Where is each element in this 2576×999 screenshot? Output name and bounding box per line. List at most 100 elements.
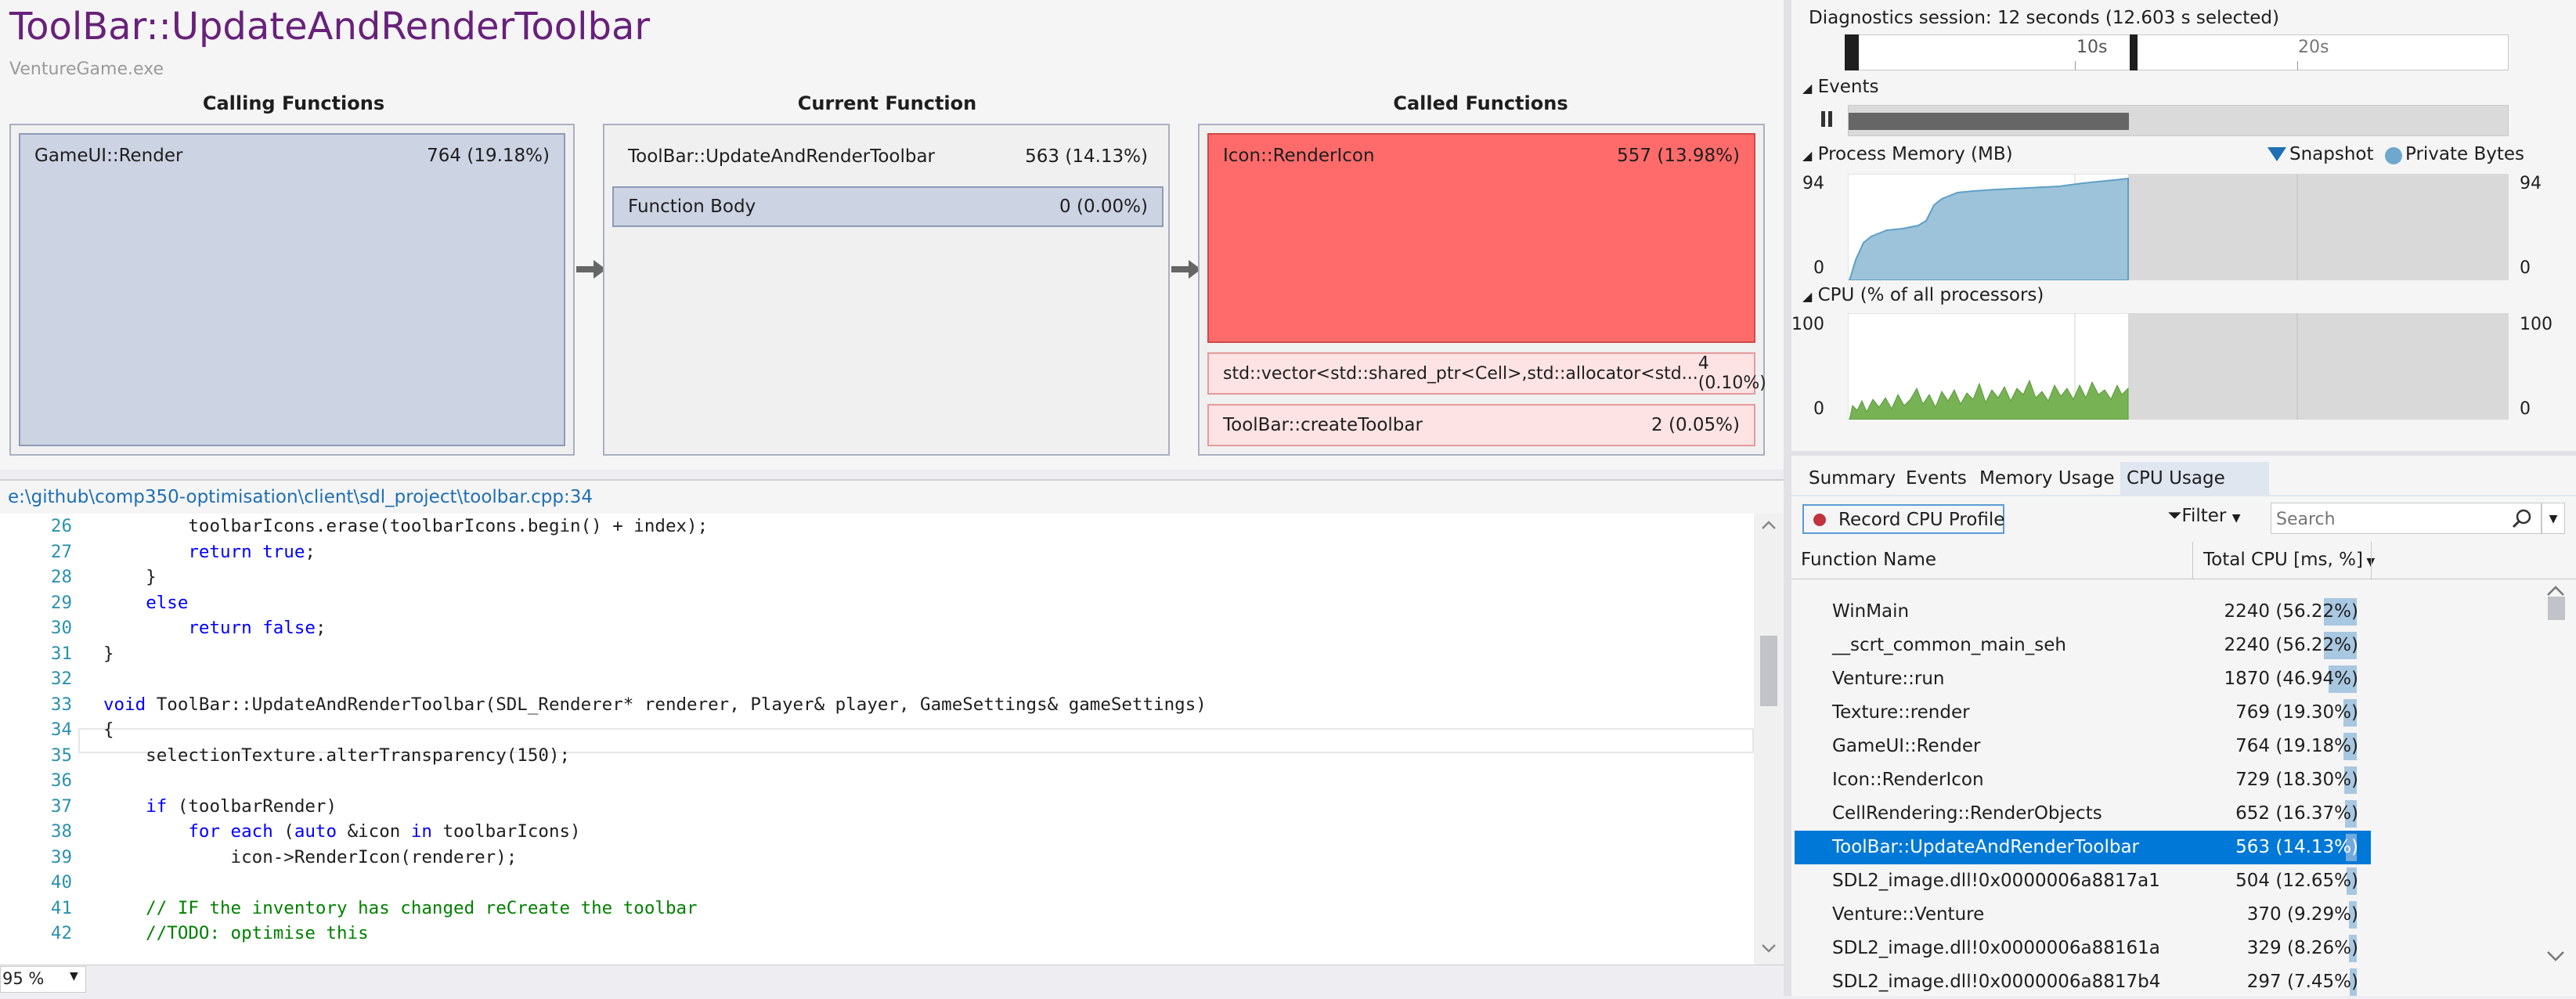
keyword-token: else [146, 592, 189, 613]
table-row[interactable]: Texture::render 769 (19.30%) [1795, 696, 2371, 730]
code-line[interactable]: 39 icon->RenderIcon(renderer); [0, 845, 1754, 870]
code-line[interactable]: 26 toolbarIcons.erase(toolbarIcons.begin… [0, 514, 1754, 539]
search-icon[interactable] [2511, 508, 2533, 530]
zoom-select[interactable]: 95 % ▼ [0, 966, 86, 993]
table-row[interactable]: SDL2_image.dll!0x0000006a8817b4 297 (7.45… [1795, 965, 2371, 999]
total-cpu-cell: 297 (7.45%) [2246, 972, 2358, 992]
code-text: } [103, 641, 114, 666]
calling-function-box[interactable]: GameUI::Render 764 (19.18%) [19, 133, 565, 446]
code-line[interactable]: 29 else [0, 590, 1754, 615]
search-options-chevron-down-icon[interactable]: ▼ [2542, 503, 2565, 534]
code-line[interactable]: 30 return false; [0, 615, 1754, 640]
current-function-name: ToolBar::UpdateAndRenderToolbar [628, 146, 936, 167]
keyword-token: for each [188, 821, 273, 842]
code-text: // IF the inventory has changed reCreate… [103, 896, 697, 921]
code-token: selectionTexture.alterTransparency(150); [103, 745, 571, 766]
timeline-tick-label: 20s [2298, 38, 2329, 57]
column-function-name[interactable]: Function Name [1801, 550, 1936, 570]
line-number: 31 [50, 643, 72, 664]
column-total-cpu[interactable]: Total CPU [ms, %] ▼ [2203, 550, 2375, 570]
total-cpu-cell: 563 (14.13%) [2235, 837, 2358, 857]
code-editor[interactable]: 26 toolbarIcons.erase(toolbarIcons.begin… [0, 514, 1784, 965]
editor-scrollbar[interactable] [1754, 514, 1784, 965]
code-line[interactable]: 35 selectionTexture.alterTransparency(15… [0, 743, 1754, 768]
table-row[interactable]: Venture::run 1870 (46.94%) [1795, 662, 2371, 696]
record-cpu-profile-button[interactable]: Record CPU Profile [1802, 504, 2004, 534]
code-line[interactable]: 42 //TODO: optimise this [0, 921, 1754, 946]
function-name-cell: CellRendering::RenderObjects [1832, 803, 2102, 824]
table-row[interactable]: SDL2_image.dll!0x0000006a8817a1 504 (12.6… [1795, 864, 2371, 898]
current-function-row[interactable]: ToolBar::UpdateAndRenderToolbar 563 (14.… [614, 139, 1162, 174]
table-scrollbar[interactable] [2537, 579, 2576, 996]
pause-icon[interactable] [1821, 111, 1834, 127]
table-row[interactable]: Icon::RenderIcon 729 (18.30%) [1795, 763, 2371, 797]
tab-events[interactable]: Events [1906, 468, 1967, 489]
memory-graph[interactable] [1848, 174, 2509, 280]
table-row[interactable]: GameUI::Render 764 (19.18%) [1795, 730, 2371, 763]
cpu-graph[interactable] [1848, 313, 2509, 420]
events-bar[interactable] [1849, 113, 2129, 130]
code-line[interactable]: 40 [0, 870, 1754, 895]
called-function-box[interactable]: std::vector<std::shared_ptr<Cell>,std::a… [1207, 352, 1766, 395]
function-name-cell: Texture::render [1832, 702, 1970, 723]
timeline-start-marker[interactable] [1845, 34, 1859, 70]
code-text: return true; [103, 539, 316, 564]
column-total-cpu-label: Total CPU [ms, %] [2203, 550, 2363, 570]
table-row[interactable]: WinMain 2240 (56.22%) [1795, 595, 2371, 629]
memory-section-header[interactable]: ◢ Process Memory (MB) [1802, 144, 2013, 164]
line-number: 41 [50, 897, 72, 918]
scroll-down-icon[interactable] [1760, 943, 1777, 954]
tab-summary[interactable]: Summary [1809, 468, 1896, 489]
editor-scroll-thumb[interactable] [1760, 636, 1777, 706]
private-bytes-legend-label: Private Bytes [2405, 144, 2525, 164]
file-path-bar: e:\github\comp350-optimisation\client\sd… [0, 479, 1784, 514]
panel-splitter[interactable] [1791, 451, 2576, 456]
code-line[interactable]: 41 // IF the inventory has changed reCre… [0, 896, 1754, 921]
table-row[interactable]: __scrt_common_main_seh 2240 (56.22%) [1795, 629, 2371, 662]
code-token: (toolbarRender) [167, 795, 337, 817]
code-line[interactable]: 28 } [0, 564, 1754, 590]
code-line[interactable]: 36 [0, 768, 1754, 793]
timeline-ruler[interactable] [1845, 34, 2509, 70]
code-line[interactable]: 32 [0, 666, 1754, 691]
line-number: 32 [50, 669, 72, 689]
code-token: ; [305, 541, 316, 562]
function-body-box[interactable]: Function Body 0 (0.00%) [612, 186, 1164, 227]
table-row[interactable]: Venture::Venture 370 (9.29%) [1795, 898, 2371, 932]
search-input[interactable] [2275, 507, 2497, 532]
filter-dropdown[interactable]: ⏷Filter ▼ [2167, 506, 2240, 534]
cpu-section-header[interactable]: ◢ CPU (% of all processors) [1802, 285, 2044, 305]
scroll-up-icon[interactable] [1760, 520, 1777, 531]
file-path-link[interactable]: e:\github\comp350-optimisation\client\sd… [8, 487, 593, 507]
called-function-box[interactable]: Icon::RenderIcon 557 (13.98%) [1207, 133, 1755, 343]
code-line[interactable]: 31} [0, 641, 1754, 666]
code-line[interactable]: 33 void ToolBar::UpdateAndRenderToolbar(S… [0, 692, 1754, 717]
line-number: 27 [50, 541, 72, 562]
code-token: &icon [337, 821, 411, 842]
scroll-down-icon[interactable] [2545, 949, 2567, 963]
collapse-triangle-icon: ◢ [1802, 81, 1813, 96]
code-line[interactable]: 37 if (toolbarRender) [0, 794, 1754, 819]
tab-memory-usage[interactable]: Memory Usage [1979, 468, 2115, 489]
events-section-header[interactable]: ◢ Events [1802, 77, 1879, 97]
table-row[interactable]: CellRendering::RenderObjects 652 (16.37%) [1795, 797, 2371, 831]
column-divider[interactable] [2371, 542, 2372, 579]
tick-mark [2297, 61, 2298, 70]
keyword-token: true [262, 541, 305, 562]
timeline-selection-marker[interactable] [2130, 34, 2138, 70]
table-scroll-thumb[interactable] [2548, 597, 2565, 620]
search-box[interactable] [2271, 503, 2542, 534]
called-function-box[interactable]: ToolBar::createToolbar 2 (0.05%) [1207, 404, 1755, 446]
pane-splitter[interactable] [1784, 0, 1791, 996]
code-line[interactable]: 38 for each (auto &icon in toolbarIcons) [0, 819, 1754, 844]
code-line[interactable]: 27 return true; [0, 539, 1754, 564]
cpu-axis-min: 0 [1813, 399, 1824, 419]
table-row[interactable]: ToolBar::UpdateAndRenderToolbar 563 (14.1… [1795, 831, 2371, 864]
session-label: Diagnostics session: 12 seconds (12.603 … [1809, 8, 2279, 28]
table-row[interactable]: SDL2_image.dll!0x0000006a88161a 329 (8.26… [1795, 932, 2371, 965]
code-line[interactable]: 34 { [0, 717, 1754, 742]
column-divider[interactable] [2192, 542, 2193, 579]
tab-cpu-usage[interactable]: CPU Usage [2120, 462, 2269, 495]
process-name: VentureGame.exe [9, 60, 164, 79]
